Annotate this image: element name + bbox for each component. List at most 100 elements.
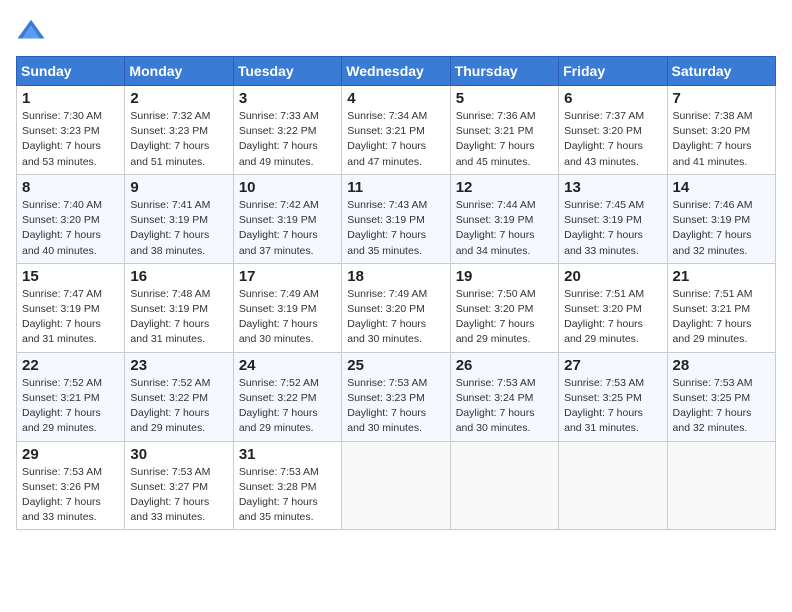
- day-info: Sunrise: 7:51 AMSunset: 3:20 PMDaylight:…: [564, 288, 644, 346]
- header-day-saturday: Saturday: [667, 57, 775, 86]
- day-number: 31: [239, 446, 336, 463]
- day-info: Sunrise: 7:42 AMSunset: 3:19 PMDaylight:…: [239, 199, 319, 257]
- calendar-cell: [450, 441, 558, 530]
- day-info: Sunrise: 7:32 AMSunset: 3:23 PMDaylight:…: [130, 110, 210, 168]
- calendar-cell: 1 Sunrise: 7:30 AMSunset: 3:23 PMDayligh…: [17, 86, 125, 175]
- day-info: Sunrise: 7:33 AMSunset: 3:22 PMDaylight:…: [239, 110, 319, 168]
- day-number: 5: [456, 90, 553, 107]
- calendar-cell: 25 Sunrise: 7:53 AMSunset: 3:23 PMDaylig…: [342, 352, 450, 441]
- day-info: Sunrise: 7:40 AMSunset: 3:20 PMDaylight:…: [22, 199, 102, 257]
- day-info: Sunrise: 7:53 AMSunset: 3:26 PMDaylight:…: [22, 466, 102, 524]
- day-info: Sunrise: 7:45 AMSunset: 3:19 PMDaylight:…: [564, 199, 644, 257]
- day-info: Sunrise: 7:53 AMSunset: 3:24 PMDaylight:…: [456, 377, 536, 435]
- day-number: 16: [130, 268, 227, 285]
- day-number: 2: [130, 90, 227, 107]
- day-info: Sunrise: 7:53 AMSunset: 3:25 PMDaylight:…: [673, 377, 753, 435]
- week-row-3: 15 Sunrise: 7:47 AMSunset: 3:19 PMDaylig…: [17, 263, 776, 352]
- day-number: 24: [239, 357, 336, 374]
- week-row-5: 29 Sunrise: 7:53 AMSunset: 3:26 PMDaylig…: [17, 441, 776, 530]
- calendar-cell: [342, 441, 450, 530]
- day-number: 20: [564, 268, 661, 285]
- day-number: 26: [456, 357, 553, 374]
- day-number: 21: [673, 268, 770, 285]
- calendar-cell: 18 Sunrise: 7:49 AMSunset: 3:20 PMDaylig…: [342, 263, 450, 352]
- day-info: Sunrise: 7:49 AMSunset: 3:19 PMDaylight:…: [239, 288, 319, 346]
- day-info: Sunrise: 7:30 AMSunset: 3:23 PMDaylight:…: [22, 110, 102, 168]
- day-number: 25: [347, 357, 444, 374]
- calendar-cell: [667, 441, 775, 530]
- calendar-cell: 28 Sunrise: 7:53 AMSunset: 3:25 PMDaylig…: [667, 352, 775, 441]
- calendar-cell: 21 Sunrise: 7:51 AMSunset: 3:21 PMDaylig…: [667, 263, 775, 352]
- day-number: 4: [347, 90, 444, 107]
- day-info: Sunrise: 7:52 AMSunset: 3:22 PMDaylight:…: [130, 377, 210, 435]
- day-info: Sunrise: 7:44 AMSunset: 3:19 PMDaylight:…: [456, 199, 536, 257]
- day-number: 9: [130, 179, 227, 196]
- day-info: Sunrise: 7:38 AMSunset: 3:20 PMDaylight:…: [673, 110, 753, 168]
- calendar-cell: 29 Sunrise: 7:53 AMSunset: 3:26 PMDaylig…: [17, 441, 125, 530]
- day-number: 8: [22, 179, 119, 196]
- day-number: 6: [564, 90, 661, 107]
- header-day-thursday: Thursday: [450, 57, 558, 86]
- day-number: 27: [564, 357, 661, 374]
- day-info: Sunrise: 7:49 AMSunset: 3:20 PMDaylight:…: [347, 288, 427, 346]
- calendar-cell: 22 Sunrise: 7:52 AMSunset: 3:21 PMDaylig…: [17, 352, 125, 441]
- day-info: Sunrise: 7:41 AMSunset: 3:19 PMDaylight:…: [130, 199, 210, 257]
- calendar: SundayMondayTuesdayWednesdayThursdayFrid…: [16, 56, 776, 530]
- day-number: 12: [456, 179, 553, 196]
- calendar-cell: 10 Sunrise: 7:42 AMSunset: 3:19 PMDaylig…: [233, 174, 341, 263]
- calendar-cell: 14 Sunrise: 7:46 AMSunset: 3:19 PMDaylig…: [667, 174, 775, 263]
- calendar-cell: 17 Sunrise: 7:49 AMSunset: 3:19 PMDaylig…: [233, 263, 341, 352]
- calendar-cell: 24 Sunrise: 7:52 AMSunset: 3:22 PMDaylig…: [233, 352, 341, 441]
- day-number: 28: [673, 357, 770, 374]
- header-day-sunday: Sunday: [17, 57, 125, 86]
- day-info: Sunrise: 7:47 AMSunset: 3:19 PMDaylight:…: [22, 288, 102, 346]
- calendar-cell: 16 Sunrise: 7:48 AMSunset: 3:19 PMDaylig…: [125, 263, 233, 352]
- week-row-1: 1 Sunrise: 7:30 AMSunset: 3:23 PMDayligh…: [17, 86, 776, 175]
- day-number: 11: [347, 179, 444, 196]
- day-info: Sunrise: 7:36 AMSunset: 3:21 PMDaylight:…: [456, 110, 536, 168]
- calendar-header-row: SundayMondayTuesdayWednesdayThursdayFrid…: [17, 57, 776, 86]
- calendar-cell: [559, 441, 667, 530]
- header-day-tuesday: Tuesday: [233, 57, 341, 86]
- calendar-cell: 13 Sunrise: 7:45 AMSunset: 3:19 PMDaylig…: [559, 174, 667, 263]
- calendar-cell: 7 Sunrise: 7:38 AMSunset: 3:20 PMDayligh…: [667, 86, 775, 175]
- calendar-cell: 15 Sunrise: 7:47 AMSunset: 3:19 PMDaylig…: [17, 263, 125, 352]
- day-number: 23: [130, 357, 227, 374]
- header-day-friday: Friday: [559, 57, 667, 86]
- day-number: 7: [673, 90, 770, 107]
- calendar-cell: 23 Sunrise: 7:52 AMSunset: 3:22 PMDaylig…: [125, 352, 233, 441]
- day-info: Sunrise: 7:34 AMSunset: 3:21 PMDaylight:…: [347, 110, 427, 168]
- logo: [16, 16, 50, 46]
- week-row-4: 22 Sunrise: 7:52 AMSunset: 3:21 PMDaylig…: [17, 352, 776, 441]
- day-number: 19: [456, 268, 553, 285]
- day-info: Sunrise: 7:53 AMSunset: 3:25 PMDaylight:…: [564, 377, 644, 435]
- calendar-cell: 8 Sunrise: 7:40 AMSunset: 3:20 PMDayligh…: [17, 174, 125, 263]
- day-info: Sunrise: 7:52 AMSunset: 3:21 PMDaylight:…: [22, 377, 102, 435]
- day-info: Sunrise: 7:53 AMSunset: 3:27 PMDaylight:…: [130, 466, 210, 524]
- day-info: Sunrise: 7:53 AMSunset: 3:28 PMDaylight:…: [239, 466, 319, 524]
- day-info: Sunrise: 7:43 AMSunset: 3:19 PMDaylight:…: [347, 199, 427, 257]
- day-number: 3: [239, 90, 336, 107]
- calendar-cell: 27 Sunrise: 7:53 AMSunset: 3:25 PMDaylig…: [559, 352, 667, 441]
- calendar-cell: 12 Sunrise: 7:44 AMSunset: 3:19 PMDaylig…: [450, 174, 558, 263]
- calendar-cell: 2 Sunrise: 7:32 AMSunset: 3:23 PMDayligh…: [125, 86, 233, 175]
- day-number: 10: [239, 179, 336, 196]
- calendar-cell: 19 Sunrise: 7:50 AMSunset: 3:20 PMDaylig…: [450, 263, 558, 352]
- calendar-cell: 30 Sunrise: 7:53 AMSunset: 3:27 PMDaylig…: [125, 441, 233, 530]
- header: [16, 16, 776, 46]
- day-number: 13: [564, 179, 661, 196]
- day-info: Sunrise: 7:46 AMSunset: 3:19 PMDaylight:…: [673, 199, 753, 257]
- day-info: Sunrise: 7:50 AMSunset: 3:20 PMDaylight:…: [456, 288, 536, 346]
- calendar-cell: 9 Sunrise: 7:41 AMSunset: 3:19 PMDayligh…: [125, 174, 233, 263]
- day-number: 18: [347, 268, 444, 285]
- header-day-monday: Monday: [125, 57, 233, 86]
- day-number: 17: [239, 268, 336, 285]
- day-number: 15: [22, 268, 119, 285]
- day-number: 1: [22, 90, 119, 107]
- header-day-wednesday: Wednesday: [342, 57, 450, 86]
- calendar-cell: 20 Sunrise: 7:51 AMSunset: 3:20 PMDaylig…: [559, 263, 667, 352]
- calendar-cell: 6 Sunrise: 7:37 AMSunset: 3:20 PMDayligh…: [559, 86, 667, 175]
- calendar-cell: 26 Sunrise: 7:53 AMSunset: 3:24 PMDaylig…: [450, 352, 558, 441]
- calendar-cell: 11 Sunrise: 7:43 AMSunset: 3:19 PMDaylig…: [342, 174, 450, 263]
- calendar-cell: 31 Sunrise: 7:53 AMSunset: 3:28 PMDaylig…: [233, 441, 341, 530]
